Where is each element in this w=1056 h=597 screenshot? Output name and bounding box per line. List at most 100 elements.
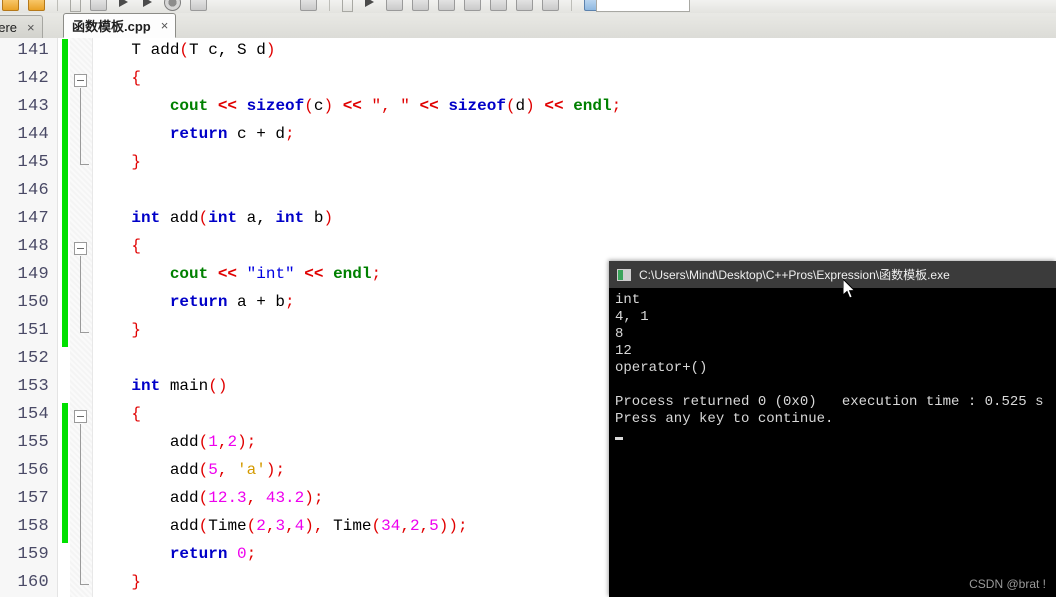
folder-open-icon[interactable] [2,0,19,11]
code-line[interactable]: cout << "int" << endl; [93,265,381,283]
code-token: d [515,97,526,115]
toolbar-combo[interactable] [596,0,690,12]
run-icon[interactable] [116,0,131,10]
code-line[interactable]: T add(T c, S d) [93,41,275,59]
tab-start-here[interactable]: here × [0,15,43,38]
code-line[interactable]: } [93,153,141,171]
console-window-icon [617,268,631,281]
code-line[interactable]: int main() [93,377,227,395]
tab-label: here [0,19,18,35]
line-number: 147 [17,209,49,228]
fold-toggle-icon[interactable] [74,410,87,423]
code-line[interactable]: int add(int a, int b) [93,209,333,227]
close-icon[interactable]: × [27,20,35,35]
step-into-icon[interactable] [412,0,429,11]
line-number: 152 [17,349,49,368]
code-token: c + d [227,125,286,143]
rebuild-icon[interactable] [164,0,181,11]
build-and-run-icon[interactable] [140,0,155,10]
code-token: "int" [246,265,295,283]
abort-icon[interactable] [190,0,207,11]
spinner-icon[interactable] [70,0,81,12]
console-window[interactable]: C:\Users\Mind\Desktop\C++Pros\Expression… [609,261,1056,597]
code-token: << [217,97,238,115]
code-token: 34 [381,517,401,535]
spinner-icon[interactable] [342,0,353,12]
code-token: )) [438,517,458,535]
code-line[interactable]: { [93,237,141,255]
line-number: 150 [17,293,49,312]
code-folding-column[interactable] [70,38,93,597]
code-token: ; [611,97,622,115]
code-token: ", " [371,97,410,115]
editor-tabstrip: here × 函数模板.cpp × [0,13,1056,39]
code-token: int [131,377,161,395]
code-token: ; [275,461,286,479]
code-line[interactable]: cout << sizeof(c) << ", " << sizeof(d) <… [93,97,621,115]
code-token: return [169,125,228,143]
code-line[interactable]: add(Time(2,3,4), Time(34,2,5)); [93,517,468,535]
breakpoints-icon[interactable] [516,0,533,11]
next-instruction-icon[interactable] [464,0,481,11]
console-titlebar[interactable]: C:\Users\Mind\Desktop\C++Pros\Expression… [609,261,1056,288]
debug-continue-icon[interactable] [362,0,377,10]
code-line[interactable]: } [93,573,141,591]
build-icon[interactable] [90,0,107,11]
code-token: } [131,321,142,339]
code-line[interactable]: return a + b; [93,293,295,311]
close-icon[interactable]: × [161,18,169,33]
fold-toggle-icon[interactable] [74,242,87,255]
code-token: { [131,405,142,423]
step-out-icon[interactable] [438,0,455,11]
fold-guide-foot [80,164,89,165]
toolbar-separator [57,0,58,11]
line-number: 151 [17,321,49,340]
line-number: 159 [17,545,49,564]
step-over-icon[interactable] [386,0,403,11]
code-token: , [217,461,238,479]
code-line[interactable]: return c + d; [93,125,295,143]
code-token: return [169,293,228,311]
code-line[interactable]: } [93,321,141,339]
folder-icon[interactable] [28,0,45,11]
stop-debug-icon[interactable] [490,0,507,11]
code-token: ; [371,265,382,283]
code-line[interactable]: return 0; [93,545,256,563]
code-token: ( [198,209,209,227]
code-token: ), [304,517,334,535]
console-output-text: int 4, 1 8 12 operator+() Process return… [615,292,1044,427]
tab-function-template-cpp[interactable]: 函数模板.cpp × [63,13,177,38]
fold-toggle-icon[interactable] [74,74,87,87]
code-token: { [131,69,142,87]
fold-guide-line [80,256,81,332]
code-token: ) [323,209,334,227]
code-line[interactable]: add(12.3, 43.2); [93,489,324,507]
code-token: ( [246,517,257,535]
code-token: cout [169,97,209,115]
code-line[interactable]: add(1,2); [93,433,256,451]
code-line[interactable]: add(5, 'a'); [93,461,285,479]
code-token: 43.2 [265,489,305,507]
code-token: , [400,517,410,535]
code-token: ) [525,97,535,115]
code-token: ( [198,489,209,507]
code-token: endl [573,97,612,115]
code-token: Time [208,517,247,535]
code-token: ( [198,517,209,535]
code-line[interactable]: { [93,69,141,87]
debug-window-icon[interactable] [300,0,317,11]
watches-icon[interactable] [542,0,559,11]
code-token: add [169,517,199,535]
code-token: 5 [429,517,439,535]
code-line[interactable]: { [93,405,141,423]
